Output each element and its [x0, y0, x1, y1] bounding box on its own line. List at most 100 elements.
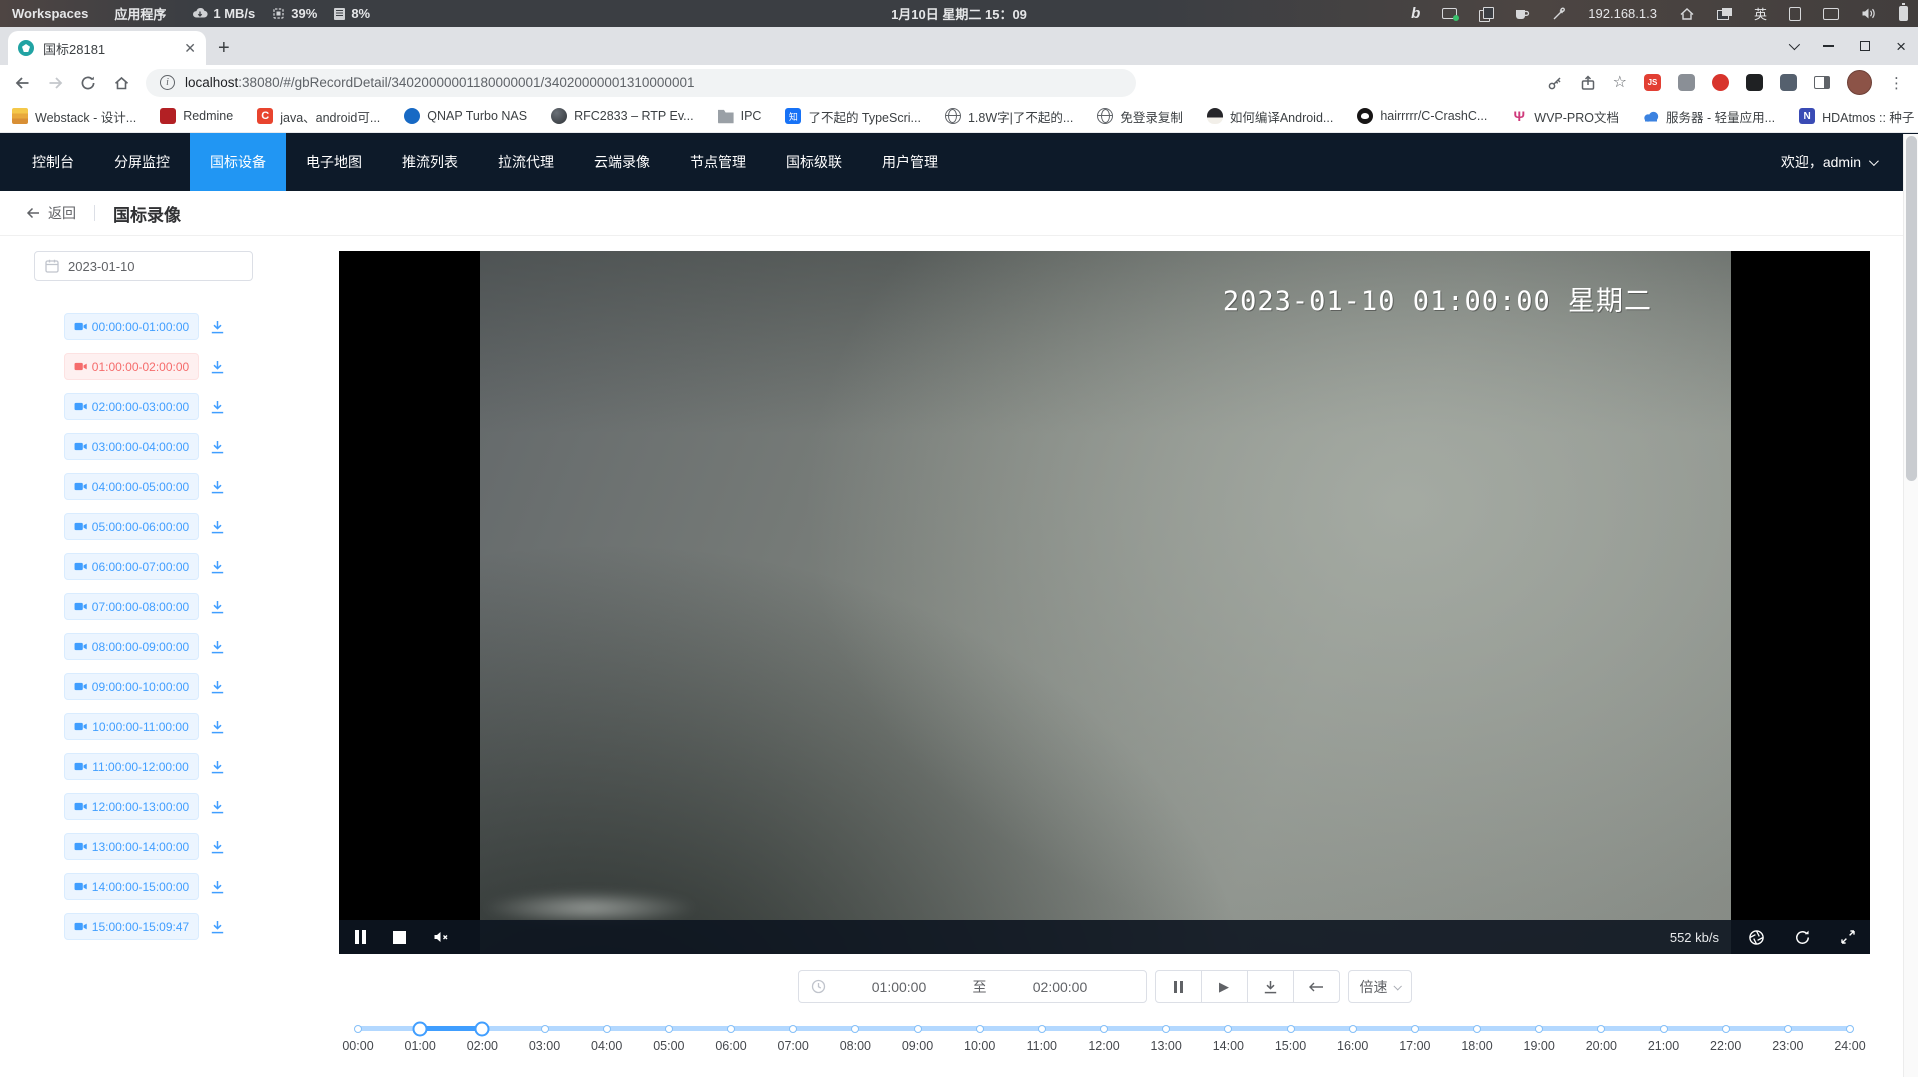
playback-speed-dropdown[interactable]: 倍速: [1348, 970, 1412, 1003]
segment-download-button[interactable]: [210, 320, 225, 334]
seek-back-button[interactable]: [1293, 970, 1340, 1003]
segment-button[interactable]: 15:00:00-15:09:47: [64, 913, 199, 940]
extensions-puzzle-icon[interactable]: [1780, 74, 1797, 91]
extension-black-icon[interactable]: [1746, 74, 1763, 91]
window-close-button[interactable]: ×: [1896, 38, 1906, 55]
memory-usage-indicator[interactable]: 8%: [333, 6, 370, 21]
fullscreen-button[interactable]: [1840, 929, 1856, 945]
display-tray-icon[interactable]: [1823, 8, 1839, 20]
segment-download-button[interactable]: [210, 920, 225, 934]
cpu-usage-indicator[interactable]: 39%: [271, 6, 317, 21]
side-panel-icon[interactable]: [1814, 76, 1830, 89]
bookmark-item[interactable]: 如何编译Android...: [1207, 107, 1334, 126]
video-player[interactable]: 2023-01-10 01:00:00 星期二 552 kb/s: [339, 251, 1870, 954]
nav-item[interactable]: 拉流代理: [478, 133, 574, 191]
segment-download-button[interactable]: [210, 520, 225, 534]
segment-button[interactable]: 08:00:00-09:00:00: [64, 633, 199, 660]
bookmark-item[interactable]: HDAtmos :: 种子 *...: [1799, 107, 1918, 126]
share-icon[interactable]: [1580, 75, 1596, 91]
bookmark-item[interactable]: 免登录复制: [1097, 107, 1183, 126]
segment-button[interactable]: 03:00:00-04:00:00: [64, 433, 199, 460]
video-canvas[interactable]: [480, 251, 1731, 954]
volume-tray-icon[interactable]: [1861, 7, 1877, 20]
forward-button[interactable]: [47, 75, 64, 91]
ip-address-indicator[interactable]: 192.168.1.3: [1588, 6, 1657, 21]
browser-menu-icon[interactable]: ⋮: [1889, 74, 1904, 92]
nav-item[interactable]: 控制台: [12, 133, 94, 191]
tab-search-chevron-icon[interactable]: [1789, 39, 1800, 50]
segment-button[interactable]: 10:00:00-11:00:00: [64, 713, 199, 740]
color-picker-icon[interactable]: [1552, 7, 1566, 21]
workspaces-button[interactable]: Workspaces: [12, 6, 88, 21]
nav-item[interactable]: 推流列表: [382, 133, 478, 191]
start-time[interactable]: 01:00:00: [826, 979, 973, 995]
segment-download-button[interactable]: [210, 400, 225, 414]
segment-button[interactable]: 14:00:00-15:00:00: [64, 873, 199, 900]
segment-button[interactable]: 00:00:00-01:00:00: [64, 313, 199, 340]
timeline-track[interactable]: 00:0001:0002:0003:0004:0005:0006:0007:00…: [358, 1026, 1850, 1031]
segment-download-button[interactable]: [210, 360, 225, 374]
segment-button[interactable]: 02:00:00-03:00:00: [64, 393, 199, 420]
applications-menu[interactable]: 应用程序: [114, 4, 166, 23]
new-tab-button[interactable]: +: [218, 38, 230, 58]
bookmark-item[interactable]: WVP-PRO文档: [1511, 107, 1619, 126]
windows-tray-icon[interactable]: [1717, 8, 1732, 20]
bookmark-item[interactable]: RFC2833 – RTP Ev...: [551, 108, 694, 124]
pause-button[interactable]: [1155, 970, 1202, 1003]
nav-item[interactable]: 分屏监控: [94, 133, 190, 191]
browser-tab[interactable]: 国标28181 ✕: [8, 31, 206, 65]
tab-close-icon[interactable]: ✕: [184, 41, 196, 55]
reload-button[interactable]: [80, 75, 97, 91]
end-time[interactable]: 02:00:00: [987, 979, 1134, 995]
segment-button[interactable]: 11:00:00-12:00:00: [64, 753, 199, 780]
bookmark-item[interactable]: 了不起的 TypeScri...: [785, 107, 921, 126]
window-maximize-button[interactable]: [1860, 41, 1870, 51]
segment-button[interactable]: 05:00:00-06:00:00: [64, 513, 199, 540]
bookmark-item[interactable]: QNAP Turbo NAS: [404, 108, 527, 124]
site-info-icon[interactable]: i: [160, 75, 175, 90]
timeline-handle[interactable]: [413, 1021, 428, 1036]
back-link[interactable]: 返回: [26, 203, 76, 223]
battery-icon[interactable]: [1899, 6, 1908, 21]
extension-red-icon[interactable]: [1712, 74, 1729, 91]
download-button[interactable]: [1247, 970, 1294, 1003]
nav-item[interactable]: 电子地图: [286, 133, 382, 191]
nav-item[interactable]: 云端录像: [574, 133, 670, 191]
bookmark-item[interactable]: java、android可...: [257, 107, 380, 126]
segment-button[interactable]: 13:00:00-14:00:00: [64, 833, 199, 860]
bookmark-item[interactable]: 1.8W字|了不起的...: [945, 107, 1073, 126]
app-indicator-icon[interactable]: [1442, 8, 1457, 19]
segment-download-button[interactable]: [210, 560, 225, 574]
player-pause-button[interactable]: [355, 930, 366, 944]
home-tray-icon[interactable]: [1679, 7, 1695, 21]
segment-button[interactable]: 01:00:00-02:00:00: [64, 353, 199, 380]
user-menu[interactable]: 欢迎，admin: [1781, 133, 1876, 191]
bookmark-star-icon[interactable]: ☆: [1613, 75, 1627, 91]
timeline-handle[interactable]: [475, 1021, 490, 1036]
segment-download-button[interactable]: [210, 840, 225, 854]
segment-download-button[interactable]: [210, 720, 225, 734]
segment-download-button[interactable]: [210, 800, 225, 814]
extension-gray-icon[interactable]: [1678, 74, 1695, 91]
segment-download-button[interactable]: [210, 600, 225, 614]
extension-js-icon[interactable]: JS: [1644, 74, 1661, 91]
segment-button[interactable]: 04:00:00-05:00:00: [64, 473, 199, 500]
password-key-icon[interactable]: [1547, 75, 1563, 91]
nav-item[interactable]: 节点管理: [670, 133, 766, 191]
home-button[interactable]: [113, 75, 130, 91]
bookmark-item[interactable]: hairrrrr/C-CrashC...: [1357, 108, 1487, 124]
nav-item[interactable]: 国标设备: [190, 133, 286, 191]
system-clock[interactable]: 1月10日 星期二 15：09: [891, 4, 1027, 23]
player-refresh-button[interactable]: [1794, 929, 1811, 946]
date-input[interactable]: [68, 259, 218, 274]
coffee-cup-icon[interactable]: [1514, 7, 1530, 21]
page-scrollbar[interactable]: [1903, 134, 1918, 1077]
clipboard-tray-icon[interactable]: [1479, 7, 1492, 20]
scrollbar-thumb[interactable]: [1906, 136, 1917, 481]
date-picker[interactable]: [34, 251, 253, 281]
input-method-indicator[interactable]: 英: [1754, 4, 1767, 23]
bookmark-item[interactable]: IPC: [718, 108, 762, 124]
segment-download-button[interactable]: [210, 640, 225, 654]
segment-download-button[interactable]: [210, 760, 225, 774]
bookmark-item[interactable]: Redmine: [160, 108, 233, 124]
